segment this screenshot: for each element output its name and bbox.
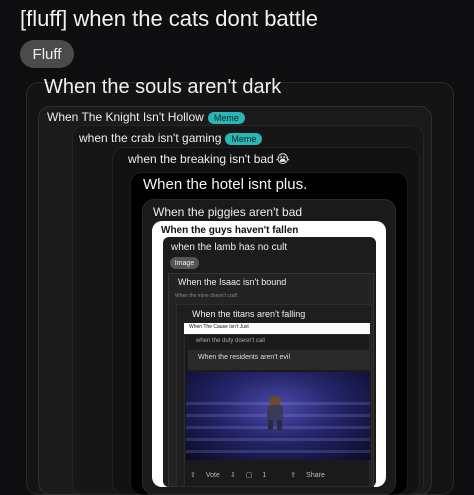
layer-13-title: when the duty doesn't call xyxy=(196,338,265,344)
layer-7-title: When the guys haven't fallen xyxy=(161,225,299,236)
meme-badge: Meme xyxy=(225,132,263,145)
share-icon[interactable]: ⇪ xyxy=(290,471,296,479)
layer-11-title: When the titans aren't falling xyxy=(192,309,306,319)
layer-2-text: When The Knight Isn't Hollow xyxy=(47,110,204,124)
layer-4-text: when the breaking isn't bad xyxy=(128,152,274,166)
share-label[interactable]: Share xyxy=(306,472,325,479)
layer-14-title: When the residents aren't evil xyxy=(198,354,290,361)
meme-badge: Meme xyxy=(207,111,245,124)
layer-6-title: When the piggies aren't bad xyxy=(153,205,303,219)
image-badge: Image xyxy=(170,257,199,269)
layer-1-title: When the souls aren't dark xyxy=(44,76,282,98)
layer-8-title: when the lamb has no cult xyxy=(171,242,288,253)
comment-icon[interactable]: ▢ xyxy=(246,471,253,479)
layer-12-title: When The Cause Isn't Just xyxy=(189,324,249,330)
layer-4-title: when the breaking isn't bad 😭 xyxy=(128,152,290,166)
vote-label: Vote xyxy=(205,471,220,479)
layer-10-title: When the mine doesn't craft xyxy=(175,293,238,299)
layer-3-text: when the crab isn't gaming xyxy=(79,131,222,145)
post-action-bar: ⇧ Vote ⇩ ▢ 1 ⇪ Share xyxy=(190,468,360,482)
downvote-icon[interactable]: ⇩ xyxy=(230,471,236,479)
post-title: [fluff] when the cats dont battle xyxy=(20,6,319,31)
crying-emoji: 😭 xyxy=(275,152,290,166)
character-sprite xyxy=(264,396,286,430)
comment-count: 1 xyxy=(262,471,267,479)
layer-9-title: When the Isaac isn't bound xyxy=(178,277,287,287)
layer-3-title: when the crab isn't gaming Meme xyxy=(79,131,263,145)
flair-badge[interactable]: Fluff xyxy=(20,40,74,68)
layer-5-title: When the hotel isnt plus. xyxy=(143,176,308,193)
game-scene-image xyxy=(186,372,370,460)
upvote-icon[interactable]: ⇧ xyxy=(190,471,196,479)
layer-2-title: When The Knight Isn't Hollow Meme xyxy=(47,110,245,124)
